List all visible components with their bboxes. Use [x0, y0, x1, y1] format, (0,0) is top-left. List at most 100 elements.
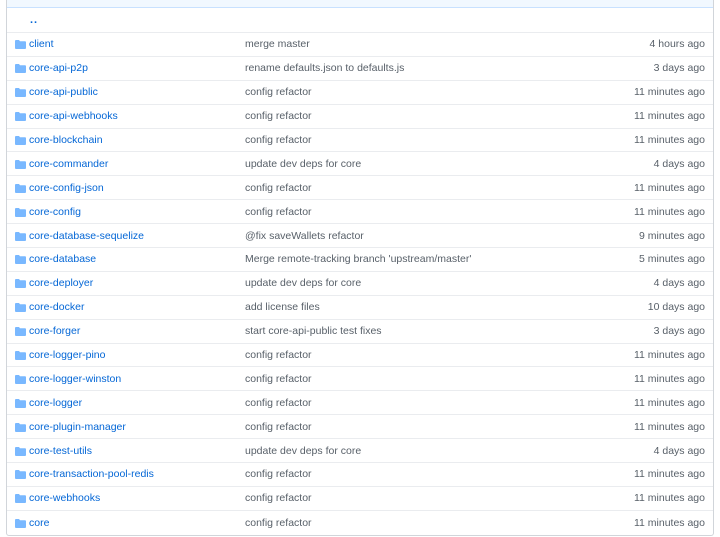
folder-name: core-api-p2p	[29, 62, 245, 74]
parent-directory-row[interactable]: ..	[7, 8, 713, 33]
commit-message: config refactor	[245, 397, 585, 409]
commit-message: @fix saveWallets refactor	[245, 230, 585, 242]
file-row: core-test-utils update dev deps for core…	[7, 439, 713, 464]
commit-message-link[interactable]: Merge remote-tracking branch 'upstream/m…	[245, 253, 471, 265]
commit-message: config refactor	[245, 373, 585, 385]
folder-link[interactable]: core-deployer	[29, 277, 93, 289]
commit-message: merge master	[245, 38, 585, 50]
commit-message-link[interactable]: config refactor	[245, 349, 312, 361]
folder-name: core-logger	[29, 397, 245, 409]
folder-link[interactable]: client	[29, 38, 54, 50]
folder-icon	[15, 446, 26, 456]
folder-name: core-deployer	[29, 277, 245, 289]
commit-message-link[interactable]: merge master	[245, 38, 310, 50]
commit-age: 3 days ago	[653, 325, 705, 338]
commit-message-link[interactable]: update dev deps for core	[245, 158, 361, 170]
commit-age: 11 minutes ago	[633, 396, 705, 409]
commit-message: config refactor	[245, 86, 585, 98]
commit-message-link[interactable]: update dev deps for core	[245, 277, 361, 289]
folder-link[interactable]: core	[29, 517, 49, 529]
file-row: core-config-json config refactor 11 minu…	[7, 176, 713, 201]
file-row: core-webhooks config refactor 11 minutes…	[7, 487, 713, 511]
file-row: core-logger-pino config refactor 11 minu…	[7, 344, 713, 368]
file-row: core-database-sequelize @fix saveWallets…	[7, 224, 713, 249]
commit-age: 3 days ago	[653, 62, 705, 75]
commit-message-link[interactable]: config refactor	[245, 397, 312, 409]
file-row: core-api-public config refactor 11 minut…	[7, 81, 713, 105]
commit-message-link[interactable]: config refactor	[245, 517, 312, 529]
file-list: client merge master 4 hours ago core-api…	[7, 33, 713, 535]
folder-name: core-forger	[29, 325, 245, 337]
folder-link[interactable]: core-logger	[29, 397, 82, 409]
folder-link[interactable]: core-logger-pino	[29, 349, 105, 361]
folder-icon	[15, 303, 26, 313]
folder-link[interactable]: core-forger	[29, 325, 80, 337]
commit-message: config refactor	[245, 421, 585, 433]
commit-message-link[interactable]: @fix saveWallets refactor	[245, 230, 364, 242]
folder-link[interactable]: core-plugin-manager	[29, 421, 126, 433]
commit-message-link[interactable]: update dev deps for core	[245, 445, 361, 457]
commit-age: 11 minutes ago	[633, 468, 705, 481]
folder-icon	[15, 398, 26, 408]
folder-name: core-api-public	[29, 86, 245, 98]
commit-message-link[interactable]: config refactor	[245, 373, 312, 385]
commit-message: rename defaults.json to defaults.js	[245, 62, 585, 74]
folder-name: core-logger-pino	[29, 349, 245, 361]
commit-message-link[interactable]: config refactor	[245, 86, 312, 98]
folder-link[interactable]: core-api-public	[29, 86, 98, 98]
commit-message: config refactor	[245, 517, 585, 529]
commit-message: start core-api-public test fixes	[245, 325, 585, 337]
folder-link[interactable]: core-docker	[29, 301, 84, 313]
commit-message-link[interactable]: config refactor	[245, 206, 312, 218]
folder-link[interactable]: core-webhooks	[29, 492, 100, 504]
commit-message-link[interactable]: add license files	[245, 301, 320, 313]
file-row: core-api-webhooks config refactor 11 min…	[7, 105, 713, 129]
folder-icon	[15, 159, 26, 169]
folder-name: core-database	[29, 253, 245, 265]
folder-name: core	[29, 517, 245, 529]
commit-message-link[interactable]: config refactor	[245, 421, 312, 433]
folder-link[interactable]: core-config-json	[29, 182, 104, 194]
commit-message: config refactor	[245, 206, 585, 218]
commit-age: 4 days ago	[653, 444, 705, 457]
commit-message-link[interactable]: config refactor	[245, 134, 312, 146]
folder-link[interactable]: core-commander	[29, 158, 108, 170]
folder-icon	[15, 327, 26, 337]
folder-name: core-webhooks	[29, 492, 245, 504]
folder-link[interactable]: core-transaction-pool-redis	[29, 468, 154, 480]
folder-icon	[15, 374, 26, 384]
commit-message-link[interactable]: config refactor	[245, 492, 312, 504]
folder-link[interactable]: core-test-utils	[29, 445, 92, 457]
commit-message: update dev deps for core	[245, 158, 585, 170]
parent-directory-link[interactable]: ..	[30, 14, 38, 26]
file-row: client merge master 4 hours ago	[7, 33, 713, 57]
commit-message: config refactor	[245, 110, 585, 122]
commit-age: 11 minutes ago	[633, 205, 705, 218]
commit-message-link[interactable]: config refactor	[245, 110, 312, 122]
folder-icon	[15, 183, 26, 193]
commit-age: 4 days ago	[653, 157, 705, 170]
folder-name: core-config-json	[29, 182, 245, 194]
folder-link[interactable]: core-api-p2p	[29, 62, 88, 74]
commit-age: 11 minutes ago	[633, 86, 705, 99]
folder-name: core-transaction-pool-redis	[29, 468, 245, 480]
folder-icon	[15, 494, 26, 504]
folder-link[interactable]: core-logger-winston	[29, 373, 121, 385]
folder-link[interactable]: core-blockchain	[29, 134, 103, 146]
file-row: core-config config refactor 11 minutes a…	[7, 200, 713, 225]
folder-link[interactable]: core-api-webhooks	[29, 110, 118, 122]
commit-age: 9 minutes ago	[639, 229, 705, 242]
folder-icon	[15, 351, 26, 361]
folder-icon	[15, 518, 26, 528]
folder-icon	[15, 40, 26, 50]
commit-message-link[interactable]: config refactor	[245, 468, 312, 480]
folder-link[interactable]: core-database	[29, 253, 96, 265]
commit-message-link[interactable]: start core-api-public test fixes	[245, 325, 382, 337]
file-row: core-transaction-pool-redis config refac…	[7, 463, 713, 487]
commit-message-link[interactable]: config refactor	[245, 182, 312, 194]
folder-name: core-commander	[29, 158, 245, 170]
folder-icon	[15, 88, 26, 98]
folder-link[interactable]: core-database-sequelize	[29, 230, 144, 242]
folder-link[interactable]: core-config	[29, 206, 81, 218]
commit-message-link[interactable]: rename defaults.json to defaults.js	[245, 62, 404, 74]
